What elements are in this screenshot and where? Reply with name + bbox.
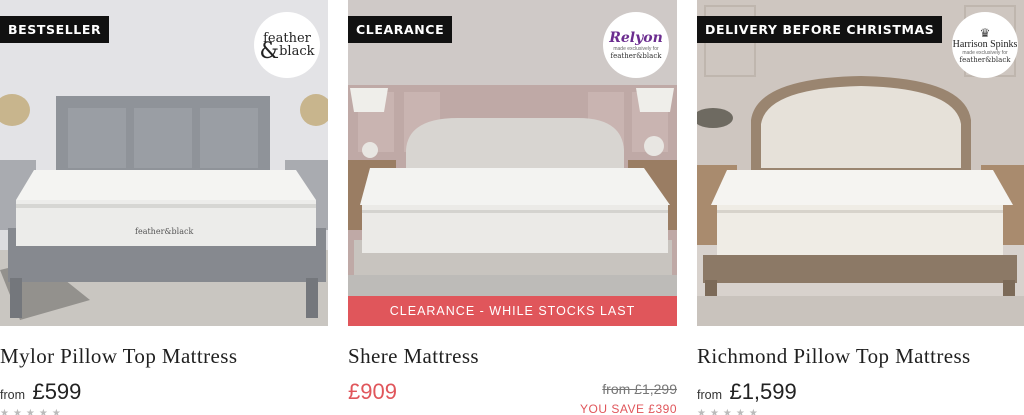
price-row: from £1,599 bbox=[697, 379, 1024, 409]
sale-price: £909 bbox=[348, 379, 397, 404]
product-card-mylor[interactable]: feather&black BESTSELLER feather &black … bbox=[0, 0, 328, 415]
price: £599 bbox=[32, 379, 82, 404]
price-row: from £599 bbox=[0, 379, 328, 409]
rating-stars: ★★★★★ bbox=[697, 408, 762, 415]
brand-logo-relyon: Relyon made exclusively for feather&blac… bbox=[603, 12, 669, 78]
logo-amp: & bbox=[259, 39, 280, 64]
crest-icon: ♛ bbox=[979, 25, 991, 40]
product-title[interactable]: Mylor Pillow Top Mattress bbox=[0, 344, 237, 369]
logo-brand: Relyon bbox=[609, 30, 663, 46]
product-title[interactable]: Richmond Pillow Top Mattress bbox=[697, 344, 971, 369]
from-label: from bbox=[697, 388, 722, 402]
badge-clearance: CLEARANCE bbox=[348, 16, 453, 43]
was-price: from £1,299 bbox=[602, 381, 677, 397]
logo-retailer: feather&black bbox=[610, 52, 662, 60]
clearance-strip: CLEARANCE - WHILE STOCKS LAST bbox=[348, 296, 677, 326]
product-title[interactable]: Shere Mattress bbox=[348, 344, 479, 369]
logo-retailer: feather&black bbox=[959, 55, 1011, 64]
logo-tagline: made exclusively for bbox=[962, 49, 1008, 56]
rating-stars: ★★★★★ bbox=[0, 408, 65, 415]
logo-brand: Harrison Spinks bbox=[952, 38, 1018, 50]
badge-delivery: DELIVERY BEFORE CHRISTMAS bbox=[697, 16, 943, 43]
svg-text:feather&black: feather&black bbox=[135, 227, 193, 236]
price: £1,599 bbox=[729, 379, 797, 404]
brand-logo-feather-black: feather &black bbox=[254, 12, 320, 78]
from-label: from bbox=[0, 388, 25, 402]
logo-text: black bbox=[279, 44, 315, 59]
product-card-shere[interactable]: CLEARANCE - WHILE STOCKS LAST CLEARANCE … bbox=[348, 0, 677, 415]
savings-label: YOU SAVE £390 bbox=[580, 402, 677, 415]
product-card-richmond[interactable]: DELIVERY BEFORE CHRISTMAS ♛ Harrison Spi… bbox=[697, 0, 1024, 415]
brand-logo-harrison-spinks: ♛ Harrison Spinks made exclusively for f… bbox=[952, 12, 1018, 78]
badge-bestseller: BESTSELLER bbox=[0, 16, 110, 43]
price-row: £909 from £1,299 YOU SAVE £390 bbox=[348, 379, 677, 415]
